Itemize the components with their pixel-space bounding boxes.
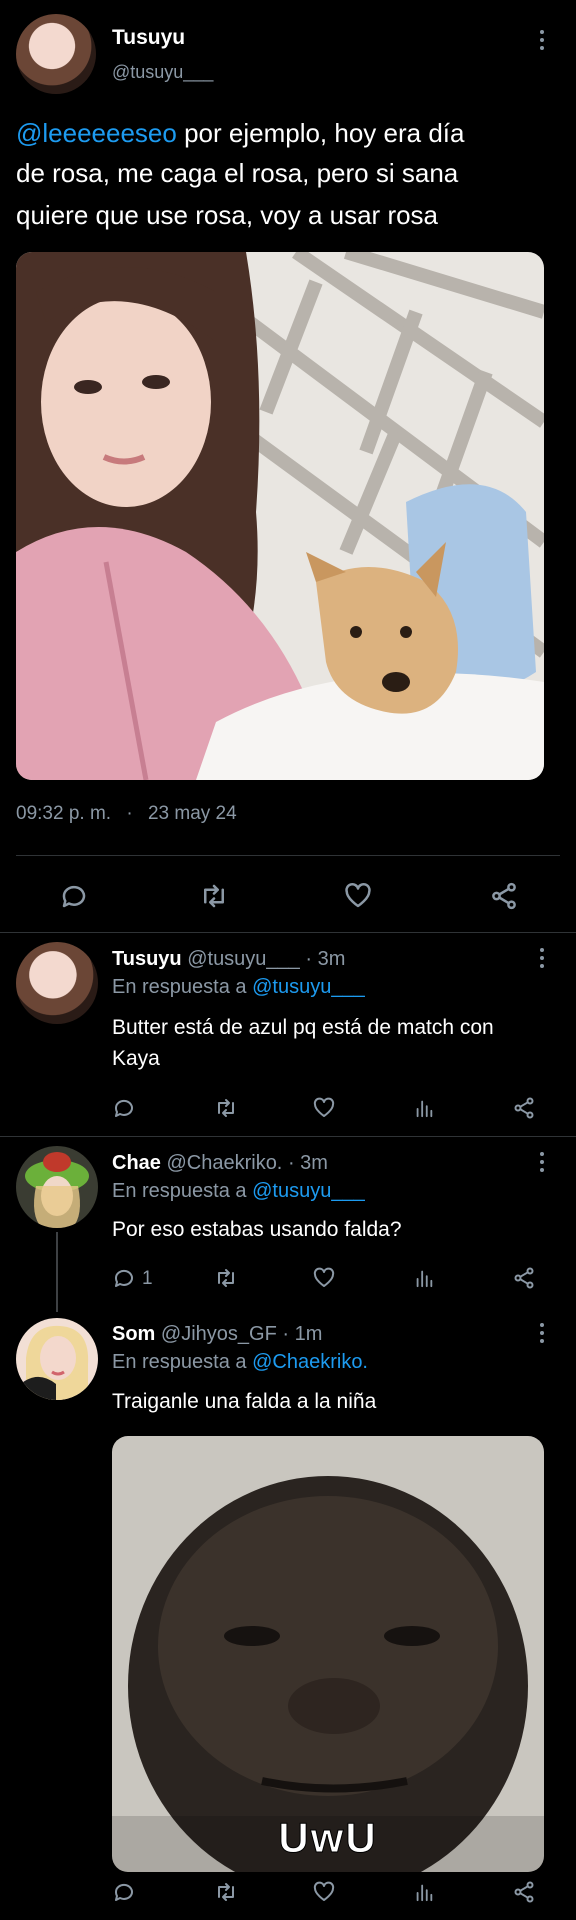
- reply-header: Tusuyu @tusuyu___ · 3m: [112, 948, 345, 971]
- more-icon[interactable]: [539, 30, 545, 50]
- retweet-icon[interactable]: [196, 878, 232, 914]
- avatar[interactable]: [16, 14, 96, 94]
- avatar-illustration: [16, 1325, 89, 1400]
- meme-caption: UwU: [278, 1814, 378, 1862]
- reply-text-line2: Kaya: [112, 1047, 160, 1070]
- photo-illustration: [112, 1436, 544, 1872]
- analytics-icon[interactable]: [410, 1878, 438, 1906]
- reply-text-line1: Traiganle una falda a la niña: [112, 1390, 377, 1413]
- avatar[interactable]: [16, 1318, 98, 1400]
- share-icon[interactable]: [510, 1264, 538, 1292]
- like-icon[interactable]: [310, 1878, 338, 1906]
- reply-header: Chae @Chaekriko. · 3m: [112, 1152, 328, 1175]
- like-icon[interactable]: [310, 1094, 338, 1122]
- tweet-date[interactable]: 23 may 24: [148, 803, 237, 824]
- reply-icon[interactable]: [110, 1094, 138, 1122]
- more-icon[interactable]: [539, 1152, 545, 1172]
- tweet-photo[interactable]: [16, 252, 544, 780]
- display-name[interactable]: Tusuyu: [112, 26, 185, 50]
- share-icon[interactable]: [510, 1878, 538, 1906]
- avatar-illustration: [25, 1152, 89, 1228]
- tweet-text-line2: de rosa, me caga el rosa, pero si sana: [16, 158, 459, 188]
- more-icon[interactable]: [539, 948, 545, 968]
- display-name[interactable]: Tusuyu: [112, 948, 182, 970]
- reply-photo[interactable]: UwU: [112, 1436, 544, 1872]
- avatar[interactable]: [16, 1146, 98, 1228]
- analytics-icon[interactable]: [410, 1264, 438, 1292]
- reply-text-line1: Butter está de azul pq está de match con: [112, 1016, 494, 1039]
- tweet-text-line3: quiere que use rosa, voy a usar rosa: [16, 200, 439, 230]
- divider: [16, 855, 560, 856]
- retweet-icon[interactable]: [212, 1264, 240, 1292]
- reply-icon[interactable]: [110, 1264, 138, 1292]
- retweet-icon[interactable]: [212, 1094, 240, 1122]
- tweet-text-line1: @leeeeeeseo por ejemplo, hoy era día: [16, 118, 465, 148]
- like-icon[interactable]: [340, 878, 376, 914]
- photo-illustration: [16, 252, 544, 780]
- reply-count: 1: [142, 1268, 153, 1289]
- handle[interactable]: @tusuyu___: [187, 948, 300, 970]
- reply-context: En respuesta a @Chaekriko.: [112, 1351, 368, 1373]
- handle[interactable]: @Jihyos_GF: [161, 1323, 277, 1345]
- share-icon[interactable]: [510, 1094, 538, 1122]
- reply-header: Som @Jihyos_GF · 1m: [112, 1323, 322, 1346]
- tweet-age: · 1m: [282, 1323, 323, 1345]
- reply-context: En respuesta a @tusuyu___: [112, 1180, 365, 1202]
- divider: [0, 1136, 576, 1137]
- analytics-icon[interactable]: [410, 1094, 438, 1122]
- more-icon[interactable]: [539, 1323, 545, 1343]
- display-name[interactable]: Chae: [112, 1152, 161, 1174]
- meta-separator: ·: [126, 803, 133, 824]
- tweet-time[interactable]: 09:32 p. m.: [16, 803, 111, 824]
- reply-to-link[interactable]: @tusuyu___: [252, 976, 365, 998]
- thread-connector: [56, 1232, 58, 1312]
- reply-icon[interactable]: [56, 878, 92, 914]
- reply-to-link[interactable]: @tusuyu___: [252, 1180, 365, 1202]
- display-name[interactable]: Som: [112, 1323, 155, 1345]
- reply-to-link[interactable]: @Chaekriko.: [252, 1351, 368, 1373]
- tweet-age: · 3m: [287, 1152, 328, 1174]
- like-icon[interactable]: [310, 1264, 338, 1292]
- retweet-icon[interactable]: [212, 1878, 240, 1906]
- tweet-age: · 3m: [305, 948, 346, 970]
- handle[interactable]: @tusuyu___: [112, 62, 213, 83]
- share-icon[interactable]: [486, 878, 522, 914]
- avatar[interactable]: [16, 942, 98, 1024]
- handle[interactable]: @Chaekriko.: [166, 1152, 282, 1174]
- tweet-meta: 09:32 p. m. · 23 may 24: [16, 803, 237, 825]
- reply-context: En respuesta a @tusuyu___: [112, 976, 365, 998]
- divider: [0, 932, 576, 933]
- reply-icon[interactable]: [110, 1878, 138, 1906]
- reply-text-line1: Por eso estabas usando falda?: [112, 1218, 402, 1241]
- mention-link[interactable]: @leeeeeeseo: [16, 118, 177, 148]
